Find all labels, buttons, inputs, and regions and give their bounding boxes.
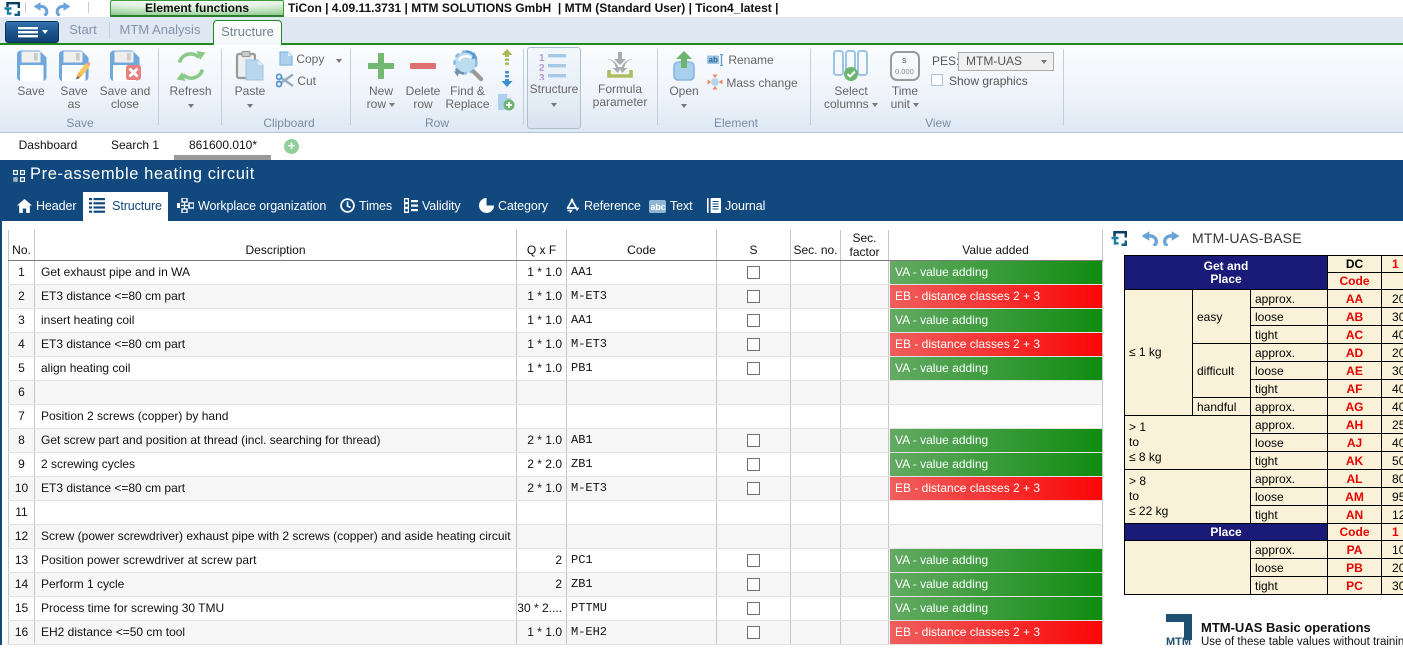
svg-text:3: 3 [539, 73, 545, 80]
svg-text:s: s [902, 55, 907, 65]
svg-text:0.000: 0.000 [895, 67, 914, 76]
svg-text:abc: abc [651, 202, 666, 212]
svg-text:ab: ab [709, 56, 718, 65]
svg-text:MTM: MTM [1166, 636, 1191, 645]
